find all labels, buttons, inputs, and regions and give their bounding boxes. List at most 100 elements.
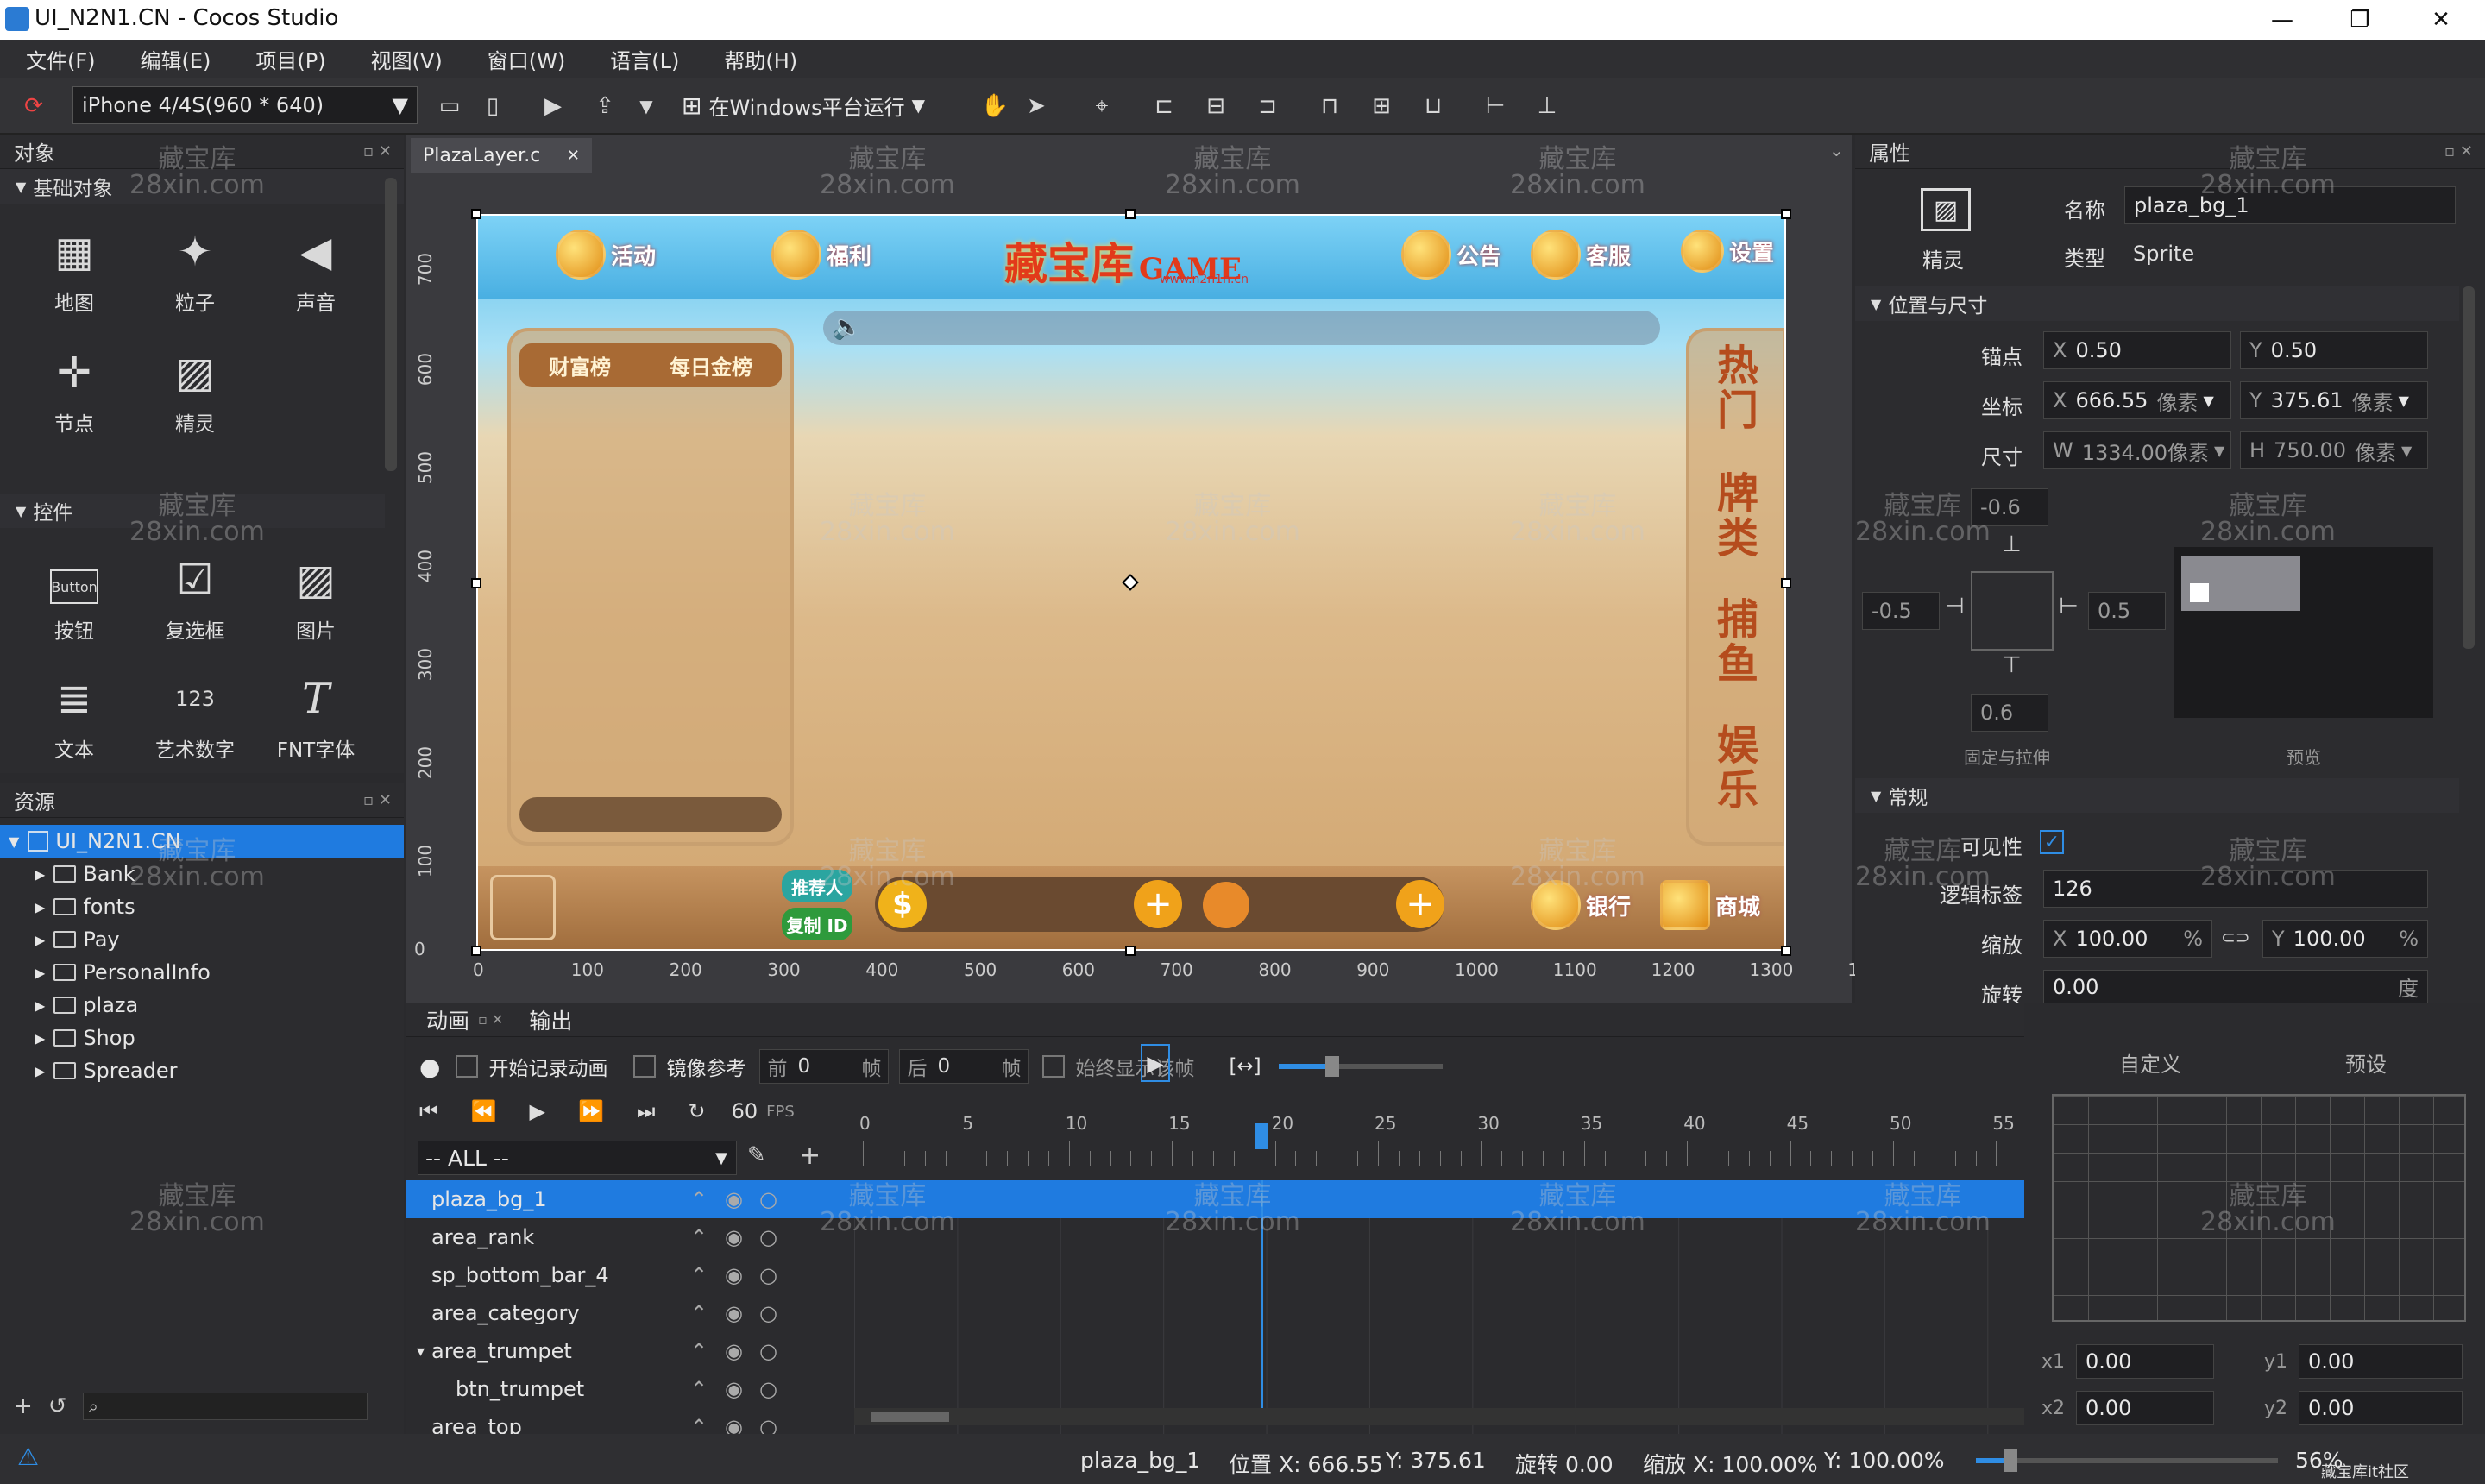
panel-controls-icon[interactable]: ▫ ✕: [363, 791, 392, 809]
align-left-icon[interactable]: ⊏: [1148, 90, 1180, 123]
controls-section[interactable]: ▼ 控件: [0, 494, 385, 528]
maximize-button[interactable]: ❐: [2321, 0, 2399, 40]
add-icon[interactable]: +: [14, 1393, 33, 1419]
pencil-icon[interactable]: ✎: [747, 1142, 766, 1168]
menu-edit[interactable]: 编辑(E): [118, 40, 234, 78]
tag-input[interactable]: 126: [2043, 870, 2428, 908]
eye-icon[interactable]: ◉: [725, 1263, 759, 1287]
position-x-input[interactable]: X 666.55 像素 ▼: [2043, 381, 2231, 419]
position-size-section[interactable]: ▼ 位置与尺寸: [1855, 286, 2459, 321]
properties-scrollbar[interactable]: [2463, 286, 2475, 649]
align-bottom-icon[interactable]: ⊔: [1417, 90, 1450, 123]
play-preview-icon[interactable]: ▶: [1141, 1044, 1170, 1082]
first-frame-icon[interactable]: ⏮: [419, 1099, 438, 1123]
size-w-input[interactable]: W 1334.00像素 ▼: [2043, 431, 2231, 469]
close-icon[interactable]: ✕: [567, 147, 580, 165]
tree-folder[interactable]: ▶ Shop: [0, 1022, 404, 1054]
portrait-icon[interactable]: ▯: [476, 90, 509, 123]
object-sprite[interactable]: ▨ 精灵: [135, 324, 255, 437]
tree-folder[interactable]: ▶ plaza: [0, 989, 404, 1022]
refresh-icon[interactable]: ↺: [48, 1393, 67, 1419]
pin-left-input[interactable]: -0.5: [1862, 592, 1940, 630]
pin-right-icon[interactable]: ⊢: [2059, 594, 2079, 619]
size-h-input[interactable]: H 750.00 像素 ▼: [2240, 431, 2428, 469]
control-fnt-font[interactable]: T FNT字体: [255, 651, 376, 763]
link-scale-icon[interactable]: ⊂⊃: [2221, 927, 2250, 947]
y1-input[interactable]: 0.00: [2299, 1344, 2463, 1379]
mirror-checkbox[interactable]: [633, 1055, 657, 1078]
align-center-h-icon[interactable]: ⊟: [1199, 90, 1232, 123]
after-frames-input[interactable]: 后0 帧: [899, 1049, 1029, 1084]
hand-tool-icon[interactable]: ✋: [978, 90, 1011, 123]
pin-bottom-icon[interactable]: ⊤: [2002, 652, 2022, 678]
eye-icon[interactable]: ◉: [725, 1339, 759, 1363]
distribute-v-icon[interactable]: ⊥: [1531, 90, 1563, 123]
warning-icon[interactable]: ⚠: [17, 1443, 39, 1471]
eye-icon[interactable]: ◉: [725, 1377, 759, 1401]
easing-curve-grid[interactable]: [2052, 1094, 2466, 1322]
select-tool-icon[interactable]: ➤: [1020, 90, 1053, 123]
control-image[interactable]: ▨ 图片: [255, 531, 376, 644]
slider-thumb[interactable]: [2004, 1449, 2017, 1472]
pin-bottom-input[interactable]: 0.6: [1971, 694, 2048, 732]
always-show-checkbox[interactable]: [1042, 1055, 1066, 1078]
panel-controls-icon[interactable]: ▫ ✕: [363, 142, 392, 160]
align-right-icon[interactable]: ⊐: [1251, 90, 1284, 123]
anchor-x-input[interactable]: X 0.50: [2043, 331, 2231, 369]
visible-checkbox[interactable]: ✓: [2040, 830, 2064, 854]
pin-top-input[interactable]: -0.6: [1971, 488, 2048, 526]
caret-up-icon[interactable]: ⌃: [690, 1377, 725, 1401]
control-checkbox[interactable]: ☑ 复选框: [135, 531, 255, 644]
timeline-zoom-slider[interactable]: [1278, 1056, 1443, 1077]
rotate-device-icon[interactable]: ⟳: [17, 90, 50, 123]
x2-input[interactable]: 0.00: [2076, 1391, 2214, 1425]
resize-handle[interactable]: [471, 578, 481, 588]
lock-icon[interactable]: ○: [759, 1377, 794, 1401]
name-input[interactable]: plaza_bg_1: [2124, 186, 2456, 224]
lock-icon[interactable]: ○: [759, 1301, 794, 1325]
objects-scrollbar[interactable]: [385, 178, 397, 471]
easing-preset-tab[interactable]: 预设: [2345, 1047, 2387, 1078]
pin-top-icon[interactable]: ⊥: [2002, 531, 2022, 557]
control-art-number[interactable]: 123 艺术数字: [135, 651, 255, 763]
general-section[interactable]: ▼ 常规: [1855, 778, 2459, 813]
caret-up-icon[interactable]: ⌃: [690, 1301, 725, 1325]
zoom-slider[interactable]: [1976, 1449, 2278, 1472]
animation-track-row[interactable]: plaza_bg_1 ⌃ ◉ ○: [406, 1180, 2024, 1218]
tree-folder[interactable]: ▶ Spreader: [0, 1054, 404, 1087]
menu-help[interactable]: 帮助(H): [701, 40, 820, 78]
control-button[interactable]: Button 按钮: [14, 531, 135, 644]
caret-up-icon[interactable]: ⌃: [690, 1187, 725, 1211]
resize-handle[interactable]: [1781, 946, 1791, 956]
close-window-button[interactable]: ✕: [2402, 0, 2480, 40]
object-particle[interactable]: ✦ 粒子: [135, 204, 255, 316]
device-select[interactable]: iPhone 4/4S(960 * 640) ▼: [72, 86, 418, 124]
chevron-down-icon[interactable]: ⌄: [1829, 140, 1844, 160]
timeline-hscrollbar[interactable]: [854, 1408, 2024, 1425]
fit-icon[interactable]: [↔]: [1229, 1055, 1261, 1078]
track-filter-select[interactable]: -- ALL -- ▼: [418, 1141, 737, 1175]
minimize-button[interactable]: —: [2243, 0, 2321, 40]
record-checkbox[interactable]: [456, 1055, 479, 1078]
panel-controls-icon[interactable]: ▫ ✕: [2444, 142, 2473, 160]
resize-handle[interactable]: [1125, 209, 1136, 219]
object-sound[interactable]: ◀ 声音: [255, 204, 376, 316]
easing-custom-tab[interactable]: 自定义: [2119, 1047, 2181, 1078]
eye-icon[interactable]: ◉: [725, 1225, 759, 1249]
menu-window[interactable]: 窗口(W): [465, 40, 588, 78]
run-target-select[interactable]: ⊞ 在Windows平台运行 ▼: [682, 86, 949, 124]
lock-icon[interactable]: ○: [759, 1339, 794, 1363]
pin-right-input[interactable]: 0.5: [2088, 592, 2166, 630]
caret-up-icon[interactable]: ⌃: [690, 1225, 725, 1249]
basic-objects-section[interactable]: ▼ 基础对象: [0, 169, 404, 204]
tree-root[interactable]: ▼ UI_N2N1.CN: [0, 825, 404, 858]
distribute-h-icon[interactable]: ⊢: [1479, 90, 1512, 123]
resource-search-input[interactable]: ⌕: [82, 1393, 368, 1420]
playhead[interactable]: [1261, 1180, 1263, 1422]
object-node[interactable]: ✛ 节点: [14, 324, 135, 437]
menu-language[interactable]: 语言(L): [588, 40, 701, 78]
panel-controls-icon[interactable]: ▫ ✕: [478, 1011, 503, 1028]
play-icon[interactable]: ▶: [530, 1099, 545, 1123]
y2-input[interactable]: 0.00: [2299, 1391, 2463, 1425]
resize-handle[interactable]: [471, 946, 481, 956]
